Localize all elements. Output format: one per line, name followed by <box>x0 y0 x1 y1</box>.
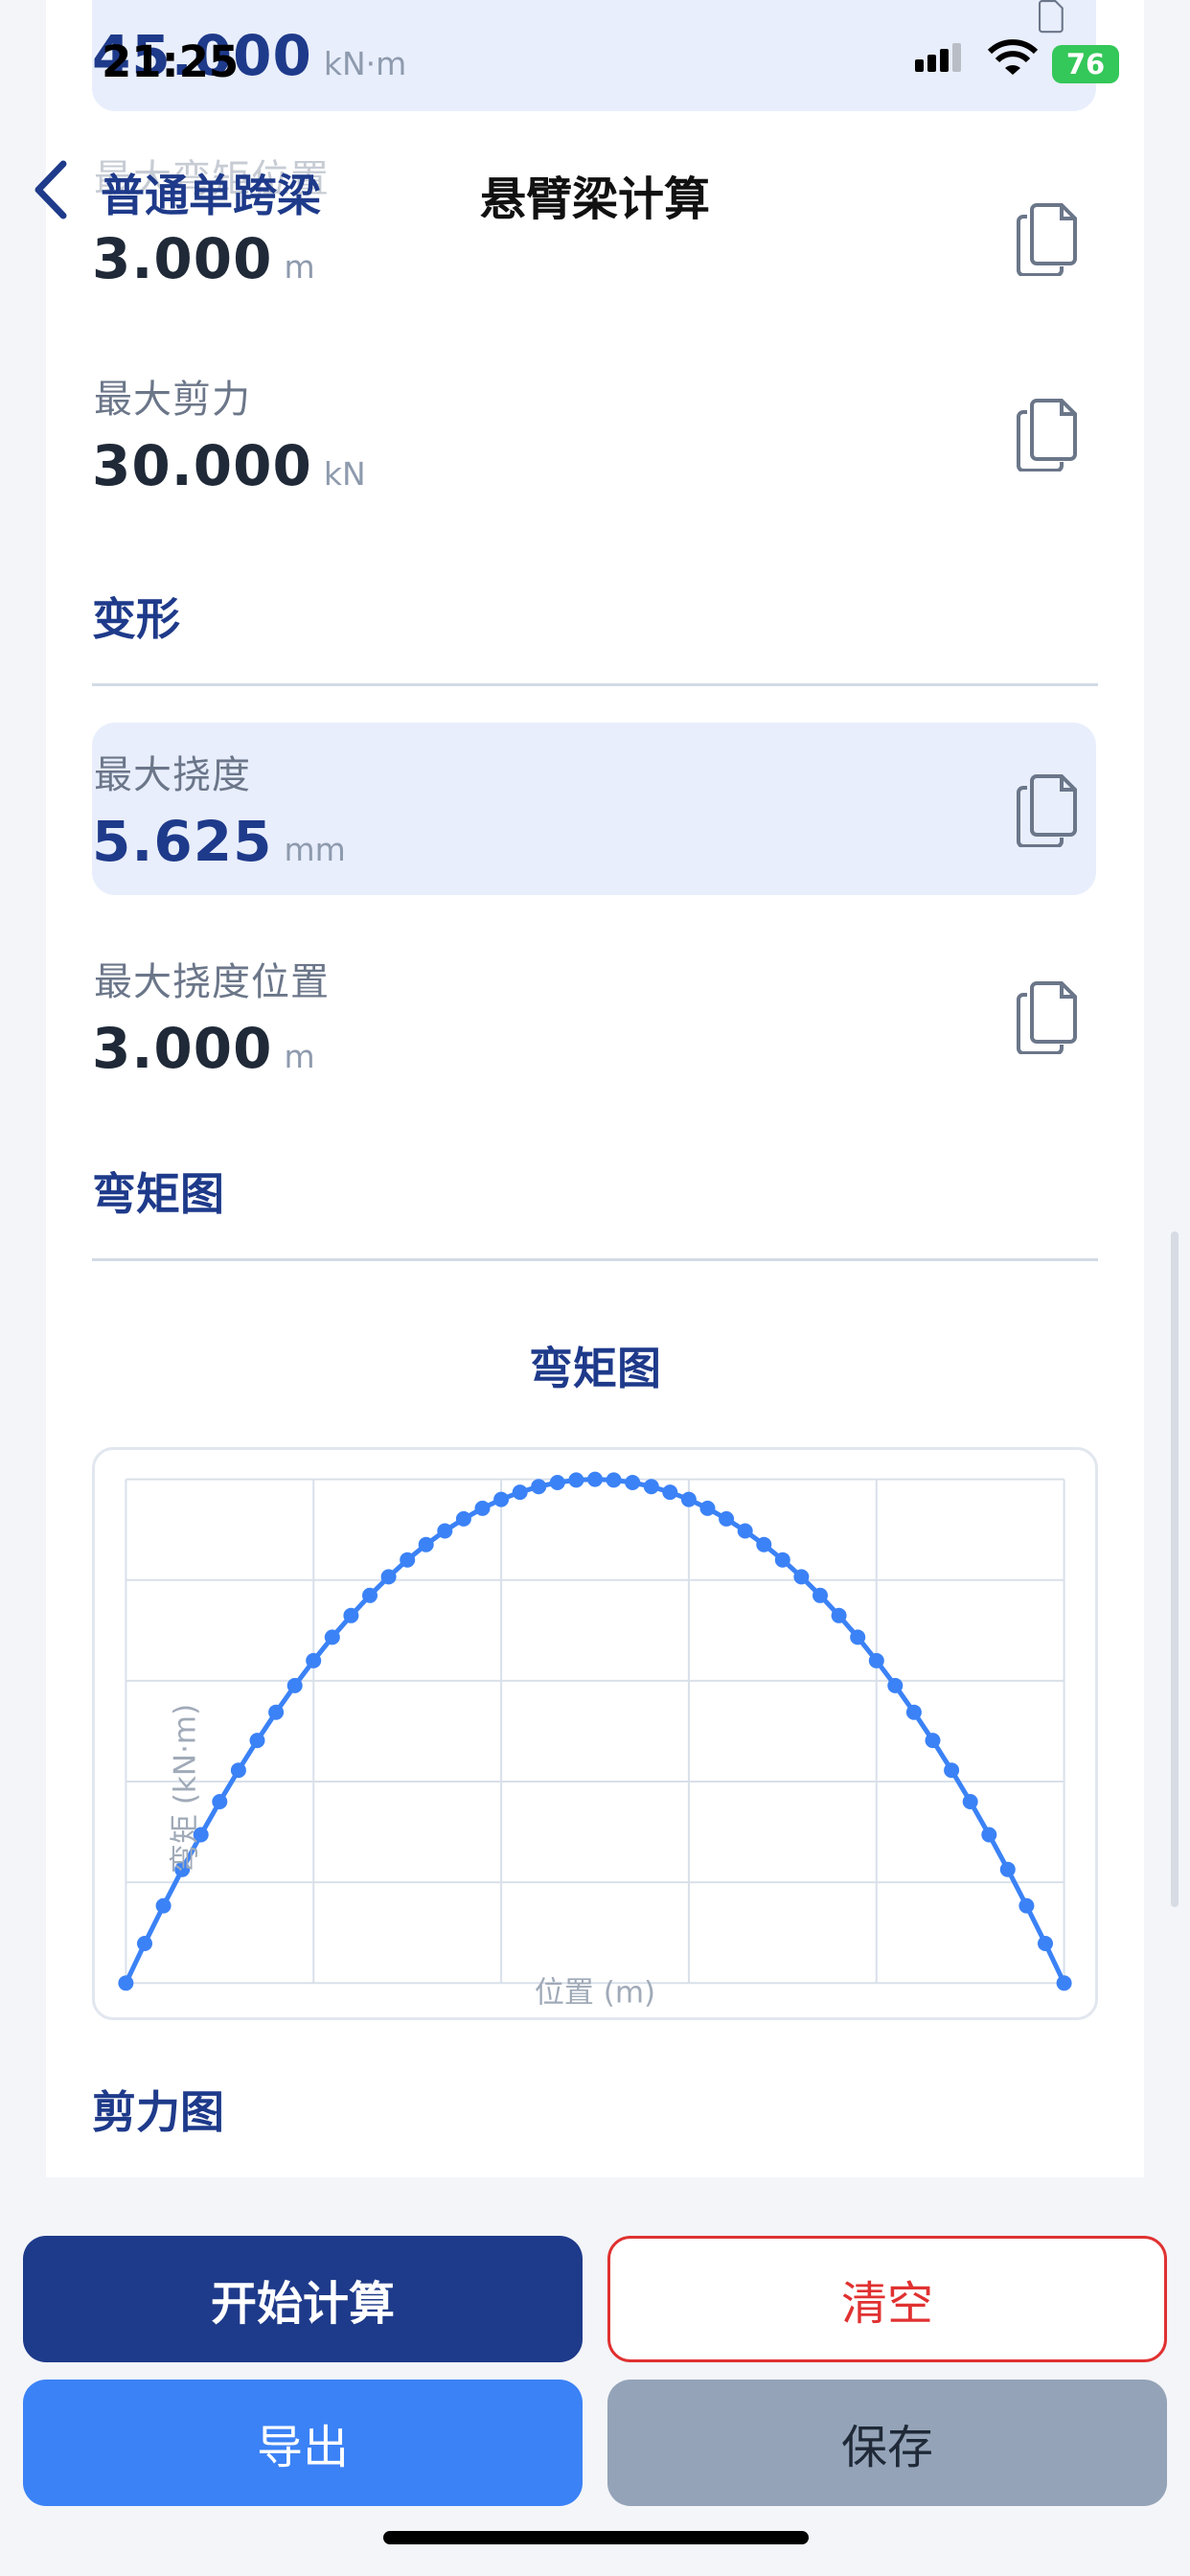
max-shear-label: 最大剪力 <box>94 378 251 422</box>
save-button[interactable]: 保存 <box>607 2380 1167 2506</box>
moment-data-point <box>212 1794 228 1809</box>
max-moment-position-unit: m <box>284 248 315 286</box>
section-divider <box>92 683 1098 686</box>
copy-icon[interactable] <box>1016 774 1081 847</box>
moment-data-point <box>1038 1936 1053 1951</box>
screen: 45.000 kN·m 最大弯矩位置 3.000 m 最大剪力 30.000 kN 变… <box>0 0 1190 2576</box>
moment-data-point <box>249 1733 265 1749</box>
result-row-max-shear: 最大剪力 30.000 kN <box>92 347 1096 519</box>
moment-data-point <box>737 1523 753 1539</box>
max-shear-value-line: 30.000 kN <box>92 433 366 498</box>
moment-data-point <box>662 1484 678 1501</box>
moment-data-point <box>756 1536 772 1552</box>
result-row-max-deflection-position: 最大挠度位置 3.000 m <box>92 930 1096 1102</box>
moment-data-point <box>1056 1975 1072 1991</box>
moment-data-point <box>981 1827 997 1843</box>
max-moment-position-value: 3.000 <box>92 226 273 291</box>
moment-data-point <box>118 1975 134 1991</box>
max-deflection-unit: mm <box>284 831 346 868</box>
moment-data-point <box>680 1491 697 1507</box>
moment-data-point <box>925 1733 941 1749</box>
moment-data-point <box>905 1704 922 1720</box>
chart-title: 弯矩图 <box>529 1343 661 1394</box>
moment-data-point <box>324 1629 340 1645</box>
max-deflection-position-label: 最大挠度位置 <box>94 960 330 1004</box>
moment-data-point <box>868 1652 884 1668</box>
moment-data-point <box>812 1587 828 1603</box>
moment-data-point <box>606 1472 622 1488</box>
moment-series-line <box>124 1477 1066 1985</box>
battery-icon: 76 <box>1052 45 1119 83</box>
moment-data-point <box>549 1475 565 1490</box>
wifi-icon <box>987 39 1039 75</box>
max-deflection-position-value-line: 3.000 m <box>92 1016 315 1081</box>
moment-data-point <box>268 1704 285 1720</box>
max-shear-value: 30.000 <box>92 433 312 498</box>
moment-data-point <box>643 1479 659 1495</box>
max-moment-unit: kN·m <box>323 45 407 82</box>
moment-data-point <box>512 1484 528 1501</box>
moment-data-point <box>887 1677 904 1693</box>
moment-data-point <box>850 1629 866 1645</box>
copy-icon[interactable] <box>1016 981 1081 1054</box>
max-deflection-position-unit: m <box>284 1038 315 1075</box>
moment-data-point <box>400 1552 416 1568</box>
moment-data-point <box>531 1479 547 1495</box>
moment-data-point <box>493 1491 510 1507</box>
max-moment-position-value-line: 3.000 m <box>92 226 315 291</box>
moment-data-point <box>719 1510 735 1527</box>
moment-data-point <box>944 1762 960 1779</box>
export-button[interactable]: 导出 <box>23 2380 583 2506</box>
moment-chart-svg: 弯矩 (kN·m) 位置 (m) <box>118 1471 1072 2010</box>
section-title-moment-diagram: 弯矩图 <box>92 1168 224 1220</box>
page-title: 悬臂梁计算 <box>479 172 710 226</box>
moment-data-point <box>437 1523 453 1539</box>
moment-data-point <box>1018 1898 1035 1914</box>
scroll-indicator[interactable] <box>1171 1231 1179 1907</box>
moment-data-point <box>137 1936 152 1951</box>
cellular-signal-icon <box>915 43 961 72</box>
max-deflection-value: 5.625 <box>92 809 273 874</box>
moment-data-point <box>343 1607 359 1623</box>
moment-data-point <box>455 1510 471 1527</box>
moment-data-point <box>774 1552 790 1568</box>
moment-data-point <box>999 1861 1016 1877</box>
home-indicator[interactable] <box>383 2531 809 2544</box>
moment-data-point <box>380 1569 397 1585</box>
section-title-deformation: 变形 <box>92 593 180 645</box>
moment-data-point <box>474 1500 491 1516</box>
copy-icon[interactable] <box>1016 399 1081 472</box>
moment-data-point <box>155 1898 172 1914</box>
section-title-shear-diagram: 剪力图 <box>92 2086 224 2138</box>
clear-button[interactable]: 清空 <box>607 2236 1167 2362</box>
section-divider <box>92 1258 1098 1261</box>
moment-data-point <box>625 1475 641 1490</box>
start-calculation-button[interactable]: 开始计算 <box>23 2236 583 2362</box>
moment-data-point <box>793 1569 810 1585</box>
moment-data-point <box>962 1794 978 1809</box>
moment-data-point <box>362 1587 378 1603</box>
moment-data-point <box>568 1472 584 1488</box>
max-deflection-label: 最大挠度 <box>94 753 251 797</box>
moment-data-point <box>286 1677 303 1693</box>
moment-data-point <box>699 1500 716 1516</box>
result-row-max-deflection: 最大挠度 5.625 mm <box>92 723 1096 895</box>
max-deflection-position-value: 3.000 <box>92 1016 273 1081</box>
y-axis-label: 弯矩 (kN·m) <box>168 1704 202 1874</box>
x-axis-label: 位置 (m) <box>535 1975 655 2010</box>
status-time: 21:25 <box>102 36 240 87</box>
moment-data-point <box>306 1652 322 1668</box>
moment-chart: 弯矩 (kN·m) 位置 (m) <box>92 1447 1098 2020</box>
max-deflection-value-line: 5.625 mm <box>92 809 346 874</box>
moment-data-point <box>418 1536 434 1552</box>
max-shear-unit: kN <box>323 455 366 493</box>
moment-data-point <box>587 1471 603 1487</box>
moment-data-point <box>230 1762 246 1779</box>
moment-data-point <box>831 1607 847 1623</box>
copy-icon[interactable] <box>1016 0 1081 38</box>
